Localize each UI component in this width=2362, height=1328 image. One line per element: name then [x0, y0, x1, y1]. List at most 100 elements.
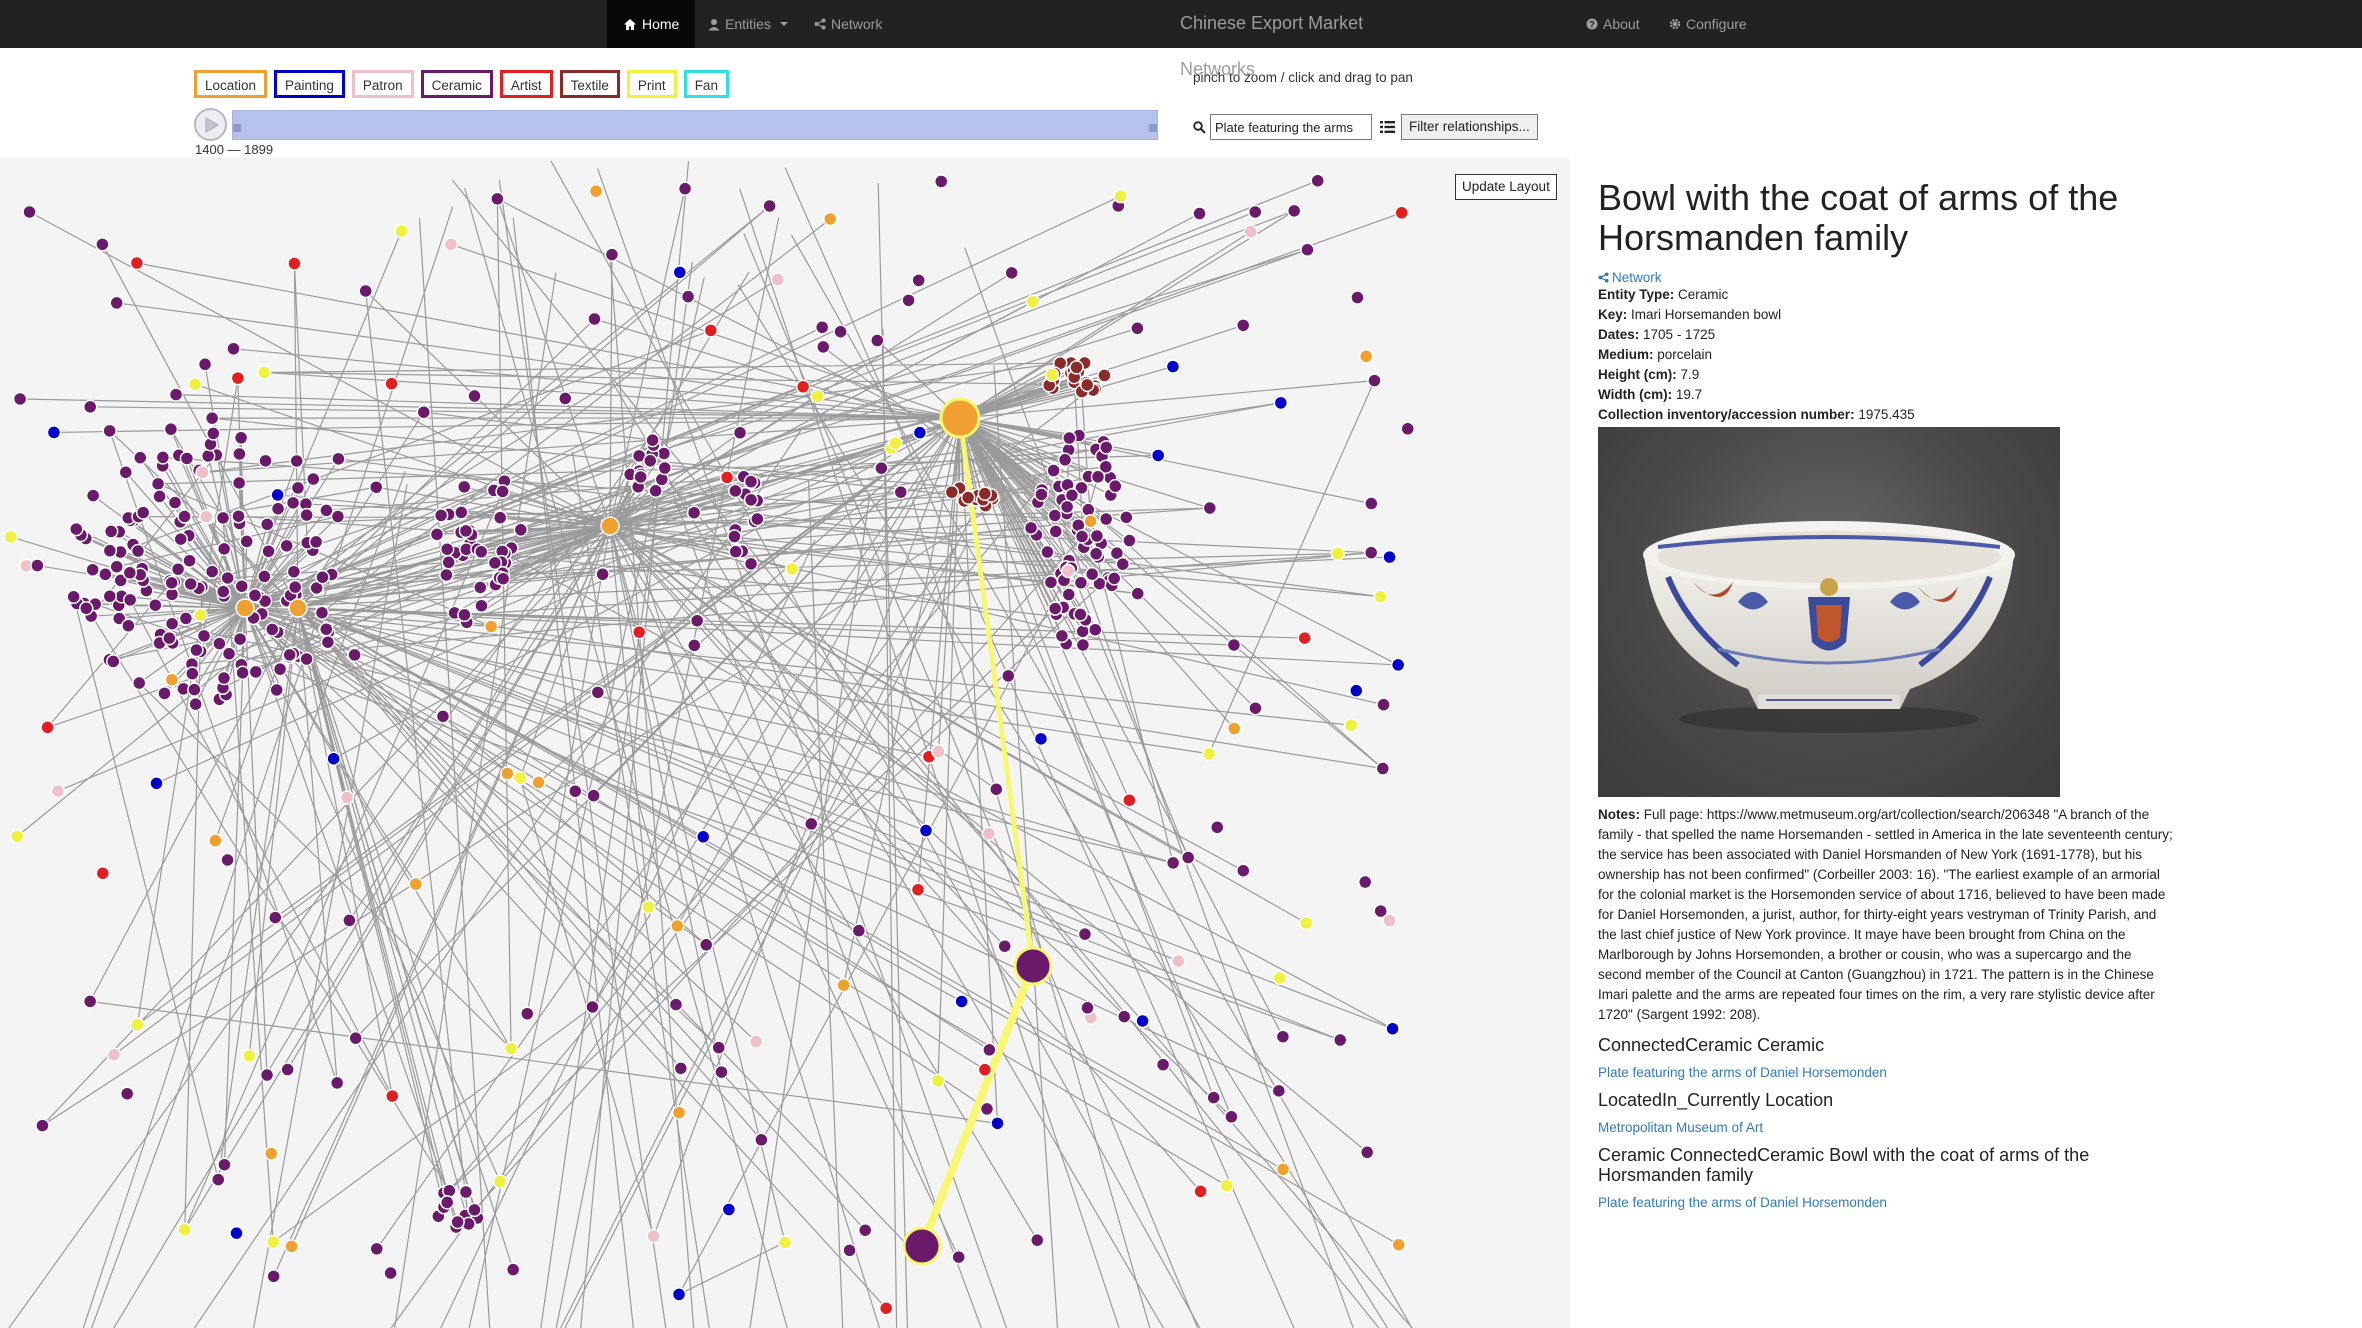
graph-node-ceramic[interactable] — [754, 1132, 769, 1148]
graph-node-print[interactable] — [177, 1222, 192, 1237]
graph-node-ceramic[interactable] — [1030, 1232, 1045, 1248]
graph-node-painting[interactable] — [149, 776, 164, 791]
graph-node-ceramic[interactable] — [1300, 242, 1315, 258]
graph-node-painting[interactable] — [912, 425, 928, 440]
graph-node-ceramic[interactable] — [82, 399, 98, 415]
graph-node-location[interactable] — [823, 211, 838, 227]
graph-node-ceramic[interactable] — [121, 618, 136, 633]
graph-node-ceramic[interactable] — [727, 529, 742, 544]
graph-node-ceramic[interactable] — [289, 453, 304, 469]
graph-node-artist[interactable] — [230, 370, 246, 386]
graph-node-ceramic[interactable] — [1236, 863, 1251, 878]
graph-node-ceramic[interactable] — [102, 423, 117, 439]
graph-node-ceramic[interactable] — [204, 564, 220, 579]
graph-node-ceramic[interactable] — [118, 465, 134, 480]
graph-node-ceramic[interactable] — [814, 320, 830, 335]
graph-node-location[interactable] — [939, 397, 981, 439]
graph-node-print[interactable] — [1330, 546, 1346, 561]
graph-node-ceramic[interactable] — [1235, 318, 1251, 333]
graph-node-ceramic[interactable] — [762, 198, 777, 214]
graph-node-ceramic[interactable] — [1004, 265, 1019, 281]
graph-node-location[interactable] — [1391, 1237, 1406, 1252]
graph-node-ceramic[interactable] — [279, 538, 294, 554]
legend-item-textile[interactable]: Textile — [559, 70, 620, 98]
graph-node-ceramic[interactable] — [857, 1222, 873, 1238]
graph-node-location[interactable] — [408, 876, 423, 892]
slider-start-handle[interactable] — [233, 124, 241, 132]
graph-node-ceramic[interactable] — [82, 994, 98, 1009]
graph-node-location[interactable] — [1275, 1162, 1291, 1177]
graph-node-print[interactable] — [1219, 1178, 1235, 1193]
graph-node-textile[interactable] — [977, 486, 993, 501]
graph-node-print[interactable] — [888, 435, 903, 451]
graph-node-ceramic[interactable] — [645, 432, 660, 448]
graph-node-ceramic[interactable] — [1122, 533, 1137, 548]
graph-node-ceramic[interactable] — [231, 475, 247, 491]
graph-node-ceramic[interactable] — [435, 709, 451, 724]
graph-node-painting[interactable] — [990, 1116, 1005, 1131]
graph-node-location[interactable] — [588, 183, 604, 199]
graph-node-ceramic[interactable] — [226, 341, 241, 357]
graph-node-ceramic[interactable] — [505, 1262, 521, 1277]
graph-node-ceramic[interactable] — [874, 460, 889, 476]
graph-node-ceramic[interactable] — [450, 1214, 465, 1230]
graph-node-textile[interactable] — [1079, 377, 1095, 393]
graph-node-ceramic[interactable] — [1080, 1000, 1095, 1016]
graph-node-print[interactable] — [1201, 746, 1217, 762]
graph-node-ceramic[interactable] — [270, 501, 286, 516]
graph-node-ceramic[interactable] — [1061, 587, 1076, 602]
graph-node-ceramic[interactable] — [1074, 529, 1090, 544]
date-range-slider[interactable] — [232, 110, 1158, 140]
graph-node-ceramic[interactable] — [1084, 566, 1100, 582]
graph-node-ceramic[interactable] — [189, 642, 204, 658]
graph-node-ceramic[interactable] — [1332, 1032, 1348, 1048]
graph-node-artist[interactable] — [384, 376, 399, 391]
graph-node-ceramic[interactable] — [12, 391, 28, 407]
graph-node-ceramic[interactable] — [1089, 528, 1105, 544]
graph-node-painting[interactable] — [1150, 448, 1166, 463]
graph-node-ceramic[interactable] — [680, 289, 696, 304]
graph-node-ceramic[interactable] — [686, 505, 702, 520]
graph-node-print[interactable] — [784, 561, 800, 577]
graph-node-ceramic[interactable] — [458, 523, 474, 539]
graph-node-ceramic[interactable] — [728, 544, 743, 559]
graph-node-ceramic[interactable] — [233, 430, 249, 446]
graph-node-ceramic[interactable] — [30, 558, 45, 573]
graph-node-location[interactable] — [483, 619, 499, 634]
graph-node-artist[interactable] — [1193, 1184, 1208, 1199]
graph-node-ceramic[interactable] — [162, 630, 177, 646]
graph-node-print[interactable] — [187, 376, 203, 392]
graph-node-painting[interactable] — [671, 1287, 687, 1302]
graph-node-ceramic[interactable] — [711, 1040, 726, 1055]
graph-node-ceramic[interactable] — [1062, 430, 1077, 446]
graph-node-ceramic[interactable] — [492, 510, 508, 525]
graph-node-ceramic[interactable] — [687, 638, 702, 653]
graph-node-ceramic[interactable] — [439, 541, 455, 557]
nav-configure[interactable]: Configure — [1669, 0, 1747, 48]
graph-node-ceramic[interactable] — [1088, 546, 1104, 562]
graph-node-ceramic[interactable] — [893, 484, 909, 500]
graph-node-textile[interactable] — [944, 484, 960, 500]
graph-node-ceramic[interactable] — [982, 1042, 997, 1058]
graph-node-artist[interactable] — [1122, 792, 1137, 808]
graph-node-ceramic[interactable] — [677, 181, 693, 196]
graph-node-ceramic[interactable] — [106, 654, 121, 669]
graph-node-painting[interactable] — [326, 751, 341, 766]
graph-node-ceramic[interactable] — [586, 788, 601, 803]
graph-node-ceramic[interactable] — [188, 696, 203, 712]
graph-node-ceramic[interactable] — [1375, 761, 1391, 776]
graph-node-ceramic[interactable] — [95, 237, 110, 252]
graph-node-print[interactable] — [512, 770, 528, 786]
graph-node-ceramic[interactable] — [306, 471, 321, 487]
graph-node-ceramic[interactable] — [232, 631, 248, 647]
graph-node-ceramic[interactable] — [833, 324, 848, 339]
legend-item-location[interactable]: Location — [194, 70, 268, 98]
graph-node-ceramic[interactable] — [179, 451, 195, 466]
graph-node-ceramic[interactable] — [473, 544, 489, 560]
graph-node-ceramic[interactable] — [902, 1226, 942, 1266]
graph-node-ceramic[interactable] — [951, 1249, 966, 1265]
graph-node-ceramic[interactable] — [217, 1157, 232, 1172]
graph-node-artist[interactable] — [95, 866, 111, 881]
graph-node-ceramic[interactable] — [1224, 1109, 1239, 1125]
graph-node-patron[interactable] — [50, 783, 66, 799]
